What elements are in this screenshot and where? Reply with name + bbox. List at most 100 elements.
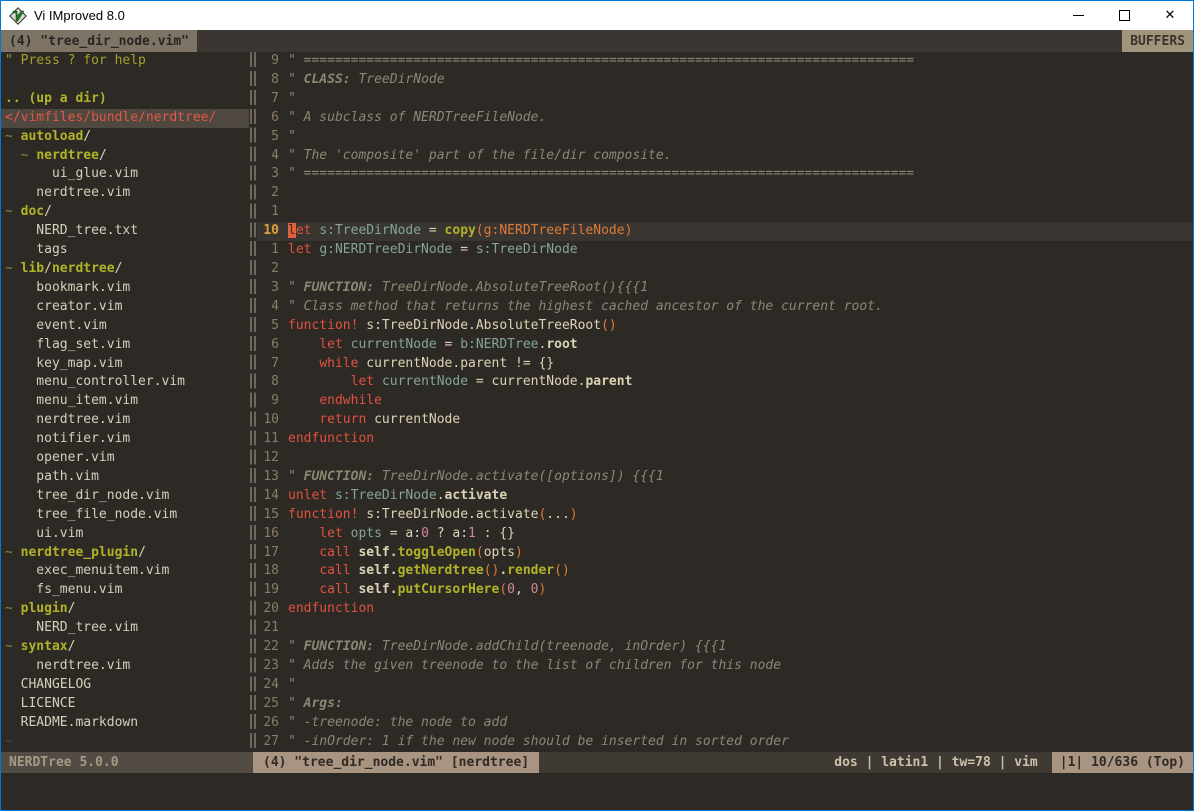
code-line[interactable]: 26" -treenode: the node to add xyxy=(257,714,1193,733)
tree-item-event-vim[interactable]: event.vim xyxy=(1,317,249,336)
editor-panel: 9" =====================================… xyxy=(257,52,1193,752)
code-line[interactable]: 1let g:NERDTreeDirNode = s:TreeDirNode xyxy=(257,241,1193,260)
code-line[interactable]: 17 call self.toggleOpen(opts) xyxy=(257,544,1193,563)
tree-item-opener-vim[interactable]: opener.vim xyxy=(1,449,249,468)
code-line[interactable]: 2 xyxy=(257,184,1193,203)
line-number: 24 xyxy=(257,676,279,695)
token: currentNode xyxy=(351,337,437,352)
tree-item-tags[interactable]: tags xyxy=(1,241,249,260)
tree-item-lib-nerdtree[interactable]: ~ lib/nerdtree/ xyxy=(1,260,249,279)
token: " xyxy=(288,639,304,654)
code-line[interactable]: 8 let currentNode = currentNode.parent xyxy=(257,373,1193,392)
tree-item-licence[interactable]: LICENCE xyxy=(1,695,249,714)
token: tree_dir_node.vim xyxy=(5,488,169,503)
line-number: 9 xyxy=(257,392,279,411)
code-line[interactable]: 8 " CLASS: TreeDirNode xyxy=(257,71,1193,90)
code-line[interactable]: 4" Class method that returns the highest… xyxy=(257,298,1193,317)
token: ~ xyxy=(21,148,37,163)
minimize-button[interactable] xyxy=(1055,1,1101,30)
code-line[interactable]: 11endfunction xyxy=(257,430,1193,449)
tree-item-nerdtree-vim[interactable]: nerdtree.vim xyxy=(1,657,249,676)
code-line[interactable]: 18 call self.getNerdtree().render() xyxy=(257,562,1193,581)
code-line[interactable]: 5" xyxy=(257,128,1193,147)
code-line[interactable]: 12 xyxy=(257,449,1193,468)
code-line-current[interactable]: 10let s:TreeDirNode = copy(g:NERDTreeFil… xyxy=(257,222,1193,241)
tree-item-nerdtree-vim[interactable]: nerdtree.vim xyxy=(1,411,249,430)
tree-item-press-for-help[interactable]: " Press ? for help xyxy=(1,52,249,71)
maximize-button[interactable] xyxy=(1101,1,1147,30)
tree-item-nerd-tree-txt[interactable]: NERD_tree.txt xyxy=(1,222,249,241)
token: opener.vim xyxy=(5,450,115,465)
tree-item-fs-menu-vim[interactable]: fs_menu.vim xyxy=(1,581,249,600)
code-line[interactable]: 10 return currentNode xyxy=(257,411,1193,430)
tree-item-exec-menuitem-vim[interactable]: exec_menuitem.vim xyxy=(1,562,249,581)
code-text: " CLASS: TreeDirNode xyxy=(288,71,445,90)
token: s:TreeDirNode xyxy=(476,242,578,257)
vertical-split-handle[interactable] xyxy=(249,52,257,752)
code-line[interactable]: 16 let opts = a:0 ? a:1 : {} xyxy=(257,525,1193,544)
tree-item-autoload[interactable]: ~ autoload/ xyxy=(1,128,249,147)
close-button[interactable]: ✕ xyxy=(1147,1,1193,30)
code-line[interactable]: 2 xyxy=(257,260,1193,279)
code-text: " Args: xyxy=(288,695,343,714)
tree-item-readme-markdown[interactable]: README.markdown xyxy=(1,714,249,733)
statusline-nerdtree-version: NERDTree 5.0.0 xyxy=(1,752,253,773)
code-line[interactable]: 14unlet s:TreeDirNode.activate xyxy=(257,487,1193,506)
code-line[interactable]: 13" FUNCTION: TreeDirNode.activate([opti… xyxy=(257,468,1193,487)
token: nerdtree xyxy=(52,261,115,276)
tree-item-creator-vim[interactable]: creator.vim xyxy=(1,298,249,317)
tree-item-tree-dir-node-vim[interactable]: tree_dir_node.vim xyxy=(1,487,249,506)
tree-item-tree-file-node-vim[interactable]: tree_file_node.vim xyxy=(1,506,249,525)
tree-item-nerdtree[interactable]: ~ nerdtree/ xyxy=(1,147,249,166)
code-line[interactable]: 7" xyxy=(257,90,1193,109)
tree-item-syntax[interactable]: ~ syntax/ xyxy=(1,638,249,657)
tree-item-nerdtree-vim[interactable]: nerdtree.vim xyxy=(1,184,249,203)
code-line[interactable]: 9" =====================================… xyxy=(257,52,1193,71)
tree-item-nerd-tree-vim[interactable]: NERD_tree.vim xyxy=(1,619,249,638)
code-line[interactable]: 1 xyxy=(257,203,1193,222)
tree-item-menu-item-vim[interactable]: menu_item.vim xyxy=(1,392,249,411)
tree-item-changelog[interactable]: CHANGELOG xyxy=(1,676,249,695)
statusline: NERDTree 5.0.0 (4) "tree_dir_node.vim" [… xyxy=(1,752,1193,773)
token: plugin xyxy=(21,601,68,616)
token: ? a: xyxy=(429,526,468,541)
tab-current-buffer[interactable]: (4) "tree_dir_node.vim" xyxy=(1,30,197,52)
code-line[interactable]: 20endfunction xyxy=(257,600,1193,619)
code-line[interactable]: 9 endwhile xyxy=(257,392,1193,411)
maximize-icon xyxy=(1119,10,1130,21)
tree-item-key-map-vim[interactable]: key_map.vim xyxy=(1,355,249,374)
token xyxy=(288,356,319,371)
code-text: " -treenode: the node to add xyxy=(288,714,507,733)
code-line[interactable]: 3" =====================================… xyxy=(257,165,1193,184)
tree-item-flag-set-vim[interactable]: flag_set.vim xyxy=(1,336,249,355)
code-line[interactable]: 5function! s:TreeDirNode.AbsoluteTreeRoo… xyxy=(257,317,1193,336)
line-number: 8 xyxy=(257,71,279,90)
code-line[interactable]: 25" Args: xyxy=(257,695,1193,714)
code-line[interactable]: 6" A subclass of NERDTreeFileNode. xyxy=(257,109,1193,128)
code-line[interactable]: 7 while currentNode.parent != {} xyxy=(257,355,1193,374)
code-line[interactable]: 24" xyxy=(257,676,1193,695)
tree-item-ui-vim[interactable]: ui.vim xyxy=(1,525,249,544)
tree-item-ui-glue-vim[interactable]: ui_glue.vim xyxy=(1,165,249,184)
code-line[interactable]: 19 call self.putCursorHere(0, 0) xyxy=(257,581,1193,600)
code-line[interactable]: 27" -inOrder: 1 if the new node should b… xyxy=(257,733,1193,752)
tree-item-up-a-dir[interactable]: .. (up a dir) xyxy=(1,90,249,109)
nontext-tilde[interactable]: ~ xyxy=(1,733,249,752)
code-text: return currentNode xyxy=(288,411,460,430)
tree-root-path[interactable]: </vimfiles/bundle/nerdtree/ xyxy=(1,109,249,128)
code-line[interactable]: 22" FUNCTION: TreeDirNode.addChild(treen… xyxy=(257,638,1193,657)
code-line[interactable]: 21 xyxy=(257,619,1193,638)
tree-item-bookmark-vim[interactable]: bookmark.vim xyxy=(1,279,249,298)
tree-item-plugin[interactable]: ~ plugin/ xyxy=(1,600,249,619)
tree-item-path-vim[interactable]: path.vim xyxy=(1,468,249,487)
code-line[interactable]: 4" The 'composite' part of the file/dir … xyxy=(257,147,1193,166)
code-line[interactable]: 23" Adds the given treenode to the list … xyxy=(257,657,1193,676)
tree-item-nerdtree-plugin[interactable]: ~ nerdtree_plugin/ xyxy=(1,544,249,563)
tree-item-doc[interactable]: ~ doc/ xyxy=(1,203,249,222)
line-number: 3 xyxy=(257,165,279,184)
tree-item-menu-controller-vim[interactable]: menu_controller.vim xyxy=(1,373,249,392)
code-line[interactable]: 6 let currentNode = b:NERDTree.root xyxy=(257,336,1193,355)
code-line[interactable]: 15function! s:TreeDirNode.activate(...) xyxy=(257,506,1193,525)
code-line[interactable]: 3" FUNCTION: TreeDirNode.AbsoluteTreeRoo… xyxy=(257,279,1193,298)
tree-item-notifier-vim[interactable]: notifier.vim xyxy=(1,430,249,449)
